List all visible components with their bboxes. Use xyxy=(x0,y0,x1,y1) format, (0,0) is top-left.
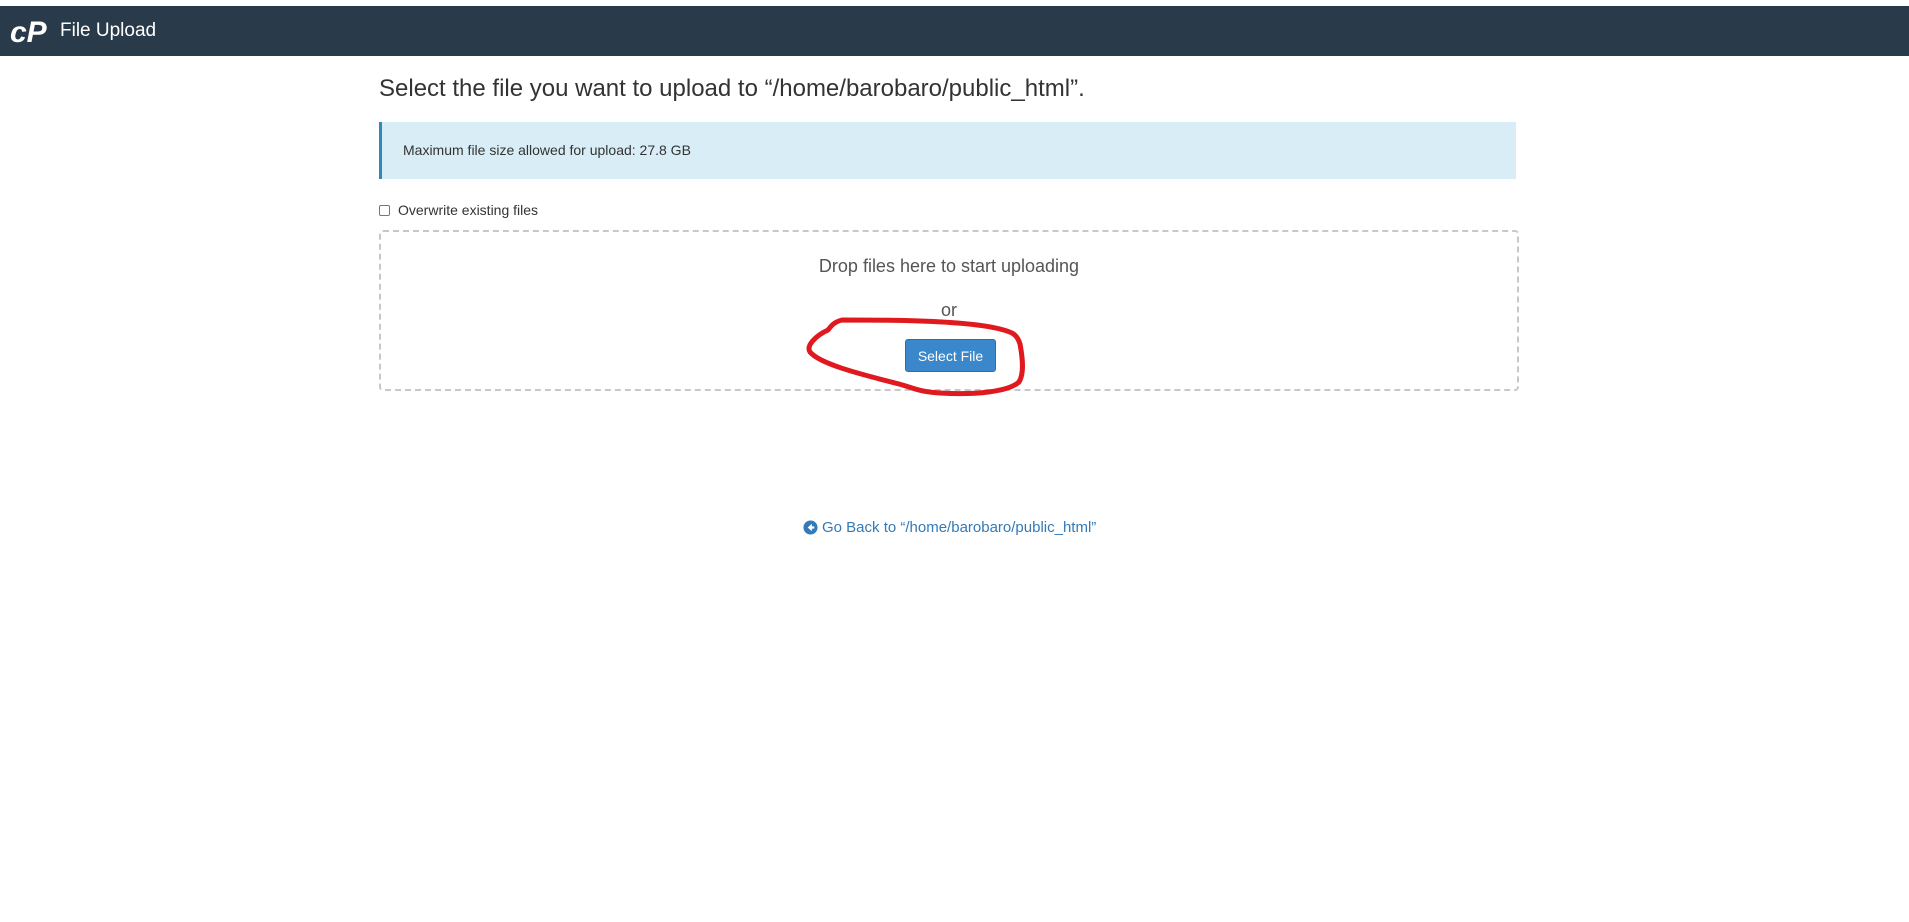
overwrite-option[interactable]: Overwrite existing files xyxy=(379,200,538,220)
svg-text:cP: cP xyxy=(10,17,48,47)
page-title: Select the file you want to upload to “/… xyxy=(379,75,1085,102)
select-file-button[interactable]: Select File xyxy=(905,339,996,372)
app-title: File Upload xyxy=(60,20,157,41)
or-text: or xyxy=(940,300,957,320)
alert-text: Maximum file size allowed for upload: 27… xyxy=(403,142,691,158)
overwrite-checkbox[interactable] xyxy=(379,204,390,216)
top-bar: cP File Upload xyxy=(0,6,1909,56)
max-size-alert: Maximum file size allowed for upload: 27… xyxy=(379,122,1516,179)
overwrite-label[interactable]: Overwrite existing files xyxy=(398,202,538,218)
go-back-link[interactable]: Go Back to “/home/barobaro/public_html” xyxy=(803,519,1096,536)
arrow-circle-left-icon xyxy=(803,520,818,535)
drop-zone-text: Drop files here to start uploading xyxy=(818,256,1080,276)
drop-zone[interactable]: Drop files here to start uploading or Se… xyxy=(379,230,1519,391)
go-back-label[interactable]: Go Back to “/home/barobaro/public_html” xyxy=(822,519,1096,536)
cpanel-logo[interactable]: cP xyxy=(10,17,54,47)
